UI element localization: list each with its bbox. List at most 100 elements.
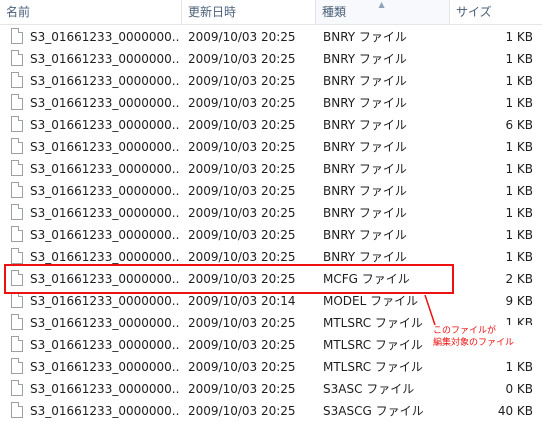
file-size: 1 KB xyxy=(505,52,533,66)
file-date: 2009/10/03 20:25 xyxy=(188,382,296,396)
file-size: 1 KB xyxy=(505,250,533,264)
file-icon xyxy=(11,116,23,132)
file-row[interactable]: S3_01661233_0000000... 2009/10/03 20:25 BN… xyxy=(0,26,542,48)
file-size: 6 KB xyxy=(505,118,533,132)
file-name: S3_01661233_0000000... xyxy=(30,96,180,110)
file-name: S3_01661233_0000000... xyxy=(30,30,180,44)
file-date: 2009/10/03 20:25 xyxy=(188,30,296,44)
file-size: 2 KB xyxy=(505,272,533,286)
file-icon xyxy=(11,292,23,308)
column-header: 名前 更新日時 ▲ 種類 サイズ xyxy=(0,0,542,25)
file-row[interactable]: S3_01661233_0000000... 2009/10/03 20:25 BN… xyxy=(0,158,542,180)
file-row[interactable]: S3_01661233_0000000... 2009/10/03 20:25 BN… xyxy=(0,136,542,158)
file-icon xyxy=(11,336,23,352)
file-type: BNRY ファイル xyxy=(323,228,407,242)
file-name: S3_01661233_0000000... xyxy=(30,118,180,132)
file-icon xyxy=(11,380,23,396)
file-date: 2009/10/03 20:25 xyxy=(188,184,296,198)
file-row[interactable]: S3_01661233_0000000... 2009/10/03 20:25 BN… xyxy=(0,246,542,268)
file-type: BNRY ファイル xyxy=(323,52,407,66)
file-date: 2009/10/03 20:25 xyxy=(188,228,296,242)
file-type: BNRY ファイル xyxy=(323,74,407,88)
file-row[interactable]: S3_01661233_0000000... 2009/10/03 20:25 BN… xyxy=(0,224,542,246)
column-header-size-label: サイズ xyxy=(456,5,492,19)
file-row[interactable]: S3_01661233_0000000... 2009/10/03 20:14 MO… xyxy=(0,290,542,312)
file-row[interactable]: S3_01661233_0000000... 2009/10/03 20:25 MT… xyxy=(0,356,542,378)
column-header-date-label: 更新日時 xyxy=(188,5,237,19)
file-name: S3_01661233_0000000... xyxy=(30,206,180,220)
file-row[interactable]: S3_01661233_0000000... 2009/10/03 20:25 BN… xyxy=(0,92,542,114)
file-size: 1 KB xyxy=(505,96,533,110)
file-row[interactable]: S3_01661233_0000000... 2009/10/03 20:25 S3… xyxy=(0,378,542,400)
file-name: S3_01661233_0000000... xyxy=(30,272,180,286)
file-size: 40 KB xyxy=(497,404,533,418)
file-row[interactable]: S3_01661233_0000000... 2009/10/03 20:25 BN… xyxy=(0,180,542,202)
file-type: S3ASCG ファイル xyxy=(323,404,424,418)
file-name: S3_01661233_0000000... xyxy=(30,294,180,308)
column-header-type-label: 種類 xyxy=(322,5,347,19)
file-type: BNRY ファイル xyxy=(323,206,407,220)
file-icon xyxy=(11,270,23,286)
file-size: 1 KB xyxy=(505,360,533,374)
file-icon xyxy=(11,314,23,330)
file-row[interactable]: S3_01661233_0000000... 2009/10/03 20:25 BN… xyxy=(0,48,542,70)
file-size: 1 KB xyxy=(505,206,533,220)
file-date: 2009/10/03 20:25 xyxy=(188,206,296,220)
file-row[interactable]: S3_01661233_0000000... 2009/10/03 20:25 BN… xyxy=(0,70,542,92)
file-date: 2009/10/03 20:25 xyxy=(188,140,296,154)
callout-line-2: 編集対象のファイル xyxy=(433,338,515,348)
file-type: BNRY ファイル xyxy=(323,118,407,132)
file-size: 1 KB xyxy=(505,74,533,88)
file-row[interactable]: S3_01661233_0000000... 2009/10/03 20:25 BN… xyxy=(0,202,542,224)
file-icon xyxy=(11,358,23,374)
file-icon xyxy=(11,182,23,198)
file-type: MTLSRC ファイル xyxy=(323,360,423,374)
file-date: 2009/10/03 20:25 xyxy=(188,250,296,264)
file-name: S3_01661233_0000000... xyxy=(30,360,180,374)
file-name: S3_01661233_0000000... xyxy=(30,338,180,352)
file-name: S3_01661233_0000000... xyxy=(30,52,180,66)
file-name: S3_01661233_0000000... xyxy=(30,162,180,176)
file-size: 0 KB xyxy=(505,382,533,396)
file-name: S3_01661233_0000000... xyxy=(30,74,180,88)
file-date: 2009/10/03 20:14 xyxy=(188,294,296,308)
file-date: 2009/10/03 20:25 xyxy=(188,404,296,418)
file-name: S3_01661233_0000000... xyxy=(30,140,180,154)
file-date: 2009/10/03 20:25 xyxy=(188,118,296,132)
file-size: 1 KB xyxy=(505,162,533,176)
file-size: 1 KB xyxy=(505,228,533,242)
file-date: 2009/10/03 20:25 xyxy=(188,52,296,66)
file-size: 1 KB xyxy=(505,30,533,44)
column-header-name[interactable]: 名前 xyxy=(0,0,182,24)
file-name: S3_01661233_0000000... xyxy=(30,250,180,264)
file-row[interactable]: S3_01661233_0000000... 2009/10/03 20:25 BN… xyxy=(0,114,542,136)
sort-ascending-icon: ▲ xyxy=(378,0,385,9)
column-header-type[interactable]: ▲ 種類 xyxy=(316,0,450,24)
file-date: 2009/10/03 20:25 xyxy=(188,96,296,110)
file-list: S3_01661233_0000000... 2009/10/03 20:25 BN… xyxy=(0,26,542,422)
file-name: S3_01661233_0000000... xyxy=(30,228,180,242)
file-icon xyxy=(11,402,23,418)
file-type: BNRY ファイル xyxy=(323,250,407,264)
file-icon xyxy=(11,204,23,220)
file-row-highlighted[interactable]: S3_01661233_0000000... 2009/10/03 20:25 MC… xyxy=(0,268,542,290)
file-name: S3_01661233_0000000... xyxy=(30,404,180,418)
file-type: S3ASC ファイル xyxy=(323,382,415,396)
file-icon xyxy=(11,138,23,154)
file-date: 2009/10/03 20:25 xyxy=(188,360,296,374)
file-type: MCFG ファイル xyxy=(323,272,410,286)
file-size: 9 KB xyxy=(505,294,533,308)
column-header-size[interactable]: サイズ xyxy=(450,0,542,24)
file-row[interactable]: S3_01661233_0000000... 2009/10/03 20:25 S3… xyxy=(0,400,542,422)
file-icon xyxy=(11,160,23,176)
file-icon xyxy=(11,28,23,44)
file-date: 2009/10/03 20:25 xyxy=(188,272,296,286)
file-type: BNRY ファイル xyxy=(323,140,407,154)
column-header-date[interactable]: 更新日時 xyxy=(182,0,316,24)
file-date: 2009/10/03 20:25 xyxy=(188,338,296,352)
file-icon xyxy=(11,72,23,88)
column-header-name-label: 名前 xyxy=(6,5,31,19)
file-date: 2009/10/03 20:25 xyxy=(188,74,296,88)
file-name: S3_01661233_0000000... xyxy=(30,382,180,396)
file-type: MTLSRC ファイル xyxy=(323,316,423,330)
